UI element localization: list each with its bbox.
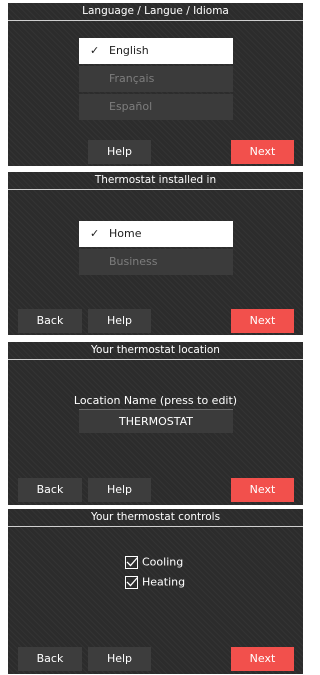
back-button[interactable]: Back bbox=[18, 309, 82, 333]
screen-title: Your thermostat location bbox=[8, 342, 303, 360]
help-button[interactable]: Help bbox=[88, 478, 151, 502]
cooling-checkbox[interactable]: Cooling bbox=[125, 553, 183, 570]
option-english[interactable]: ✓ English bbox=[79, 38, 233, 64]
location-name-field[interactable]: THERMOSTAT bbox=[79, 409, 233, 433]
option-espanol[interactable]: Español bbox=[79, 94, 233, 120]
checkbox-label: Heating bbox=[142, 575, 186, 589]
location-screen: Your thermostat location Location Name (… bbox=[8, 342, 303, 505]
installed-screen: Thermostat installed in ✓ Home Business … bbox=[8, 172, 303, 335]
option-label: Français bbox=[109, 72, 155, 85]
checkbox-label: Cooling bbox=[142, 555, 184, 569]
option-label: Español bbox=[109, 100, 153, 113]
next-button[interactable]: Next bbox=[231, 478, 294, 502]
next-button[interactable]: Next bbox=[231, 140, 294, 164]
checkmark-icon: ✓ bbox=[90, 227, 100, 240]
checkbox-checked-icon bbox=[125, 575, 138, 589]
heating-checkbox[interactable]: Heating bbox=[125, 573, 185, 590]
option-business[interactable]: Business bbox=[79, 249, 233, 275]
help-button[interactable]: Help bbox=[88, 309, 151, 333]
next-button[interactable]: Next bbox=[231, 647, 294, 671]
location-name-label: Location Name (press to edit) bbox=[73, 394, 238, 407]
controls-screen: Your thermostat controls Cooling Heating… bbox=[8, 509, 303, 674]
option-label: Home bbox=[109, 227, 142, 240]
checkbox-checked-icon bbox=[125, 555, 138, 569]
option-francais[interactable]: Français bbox=[79, 66, 233, 92]
checkmark-icon: ✓ bbox=[90, 44, 100, 57]
screen-title: Language / Langue / Idioma bbox=[8, 3, 303, 21]
screen-title: Thermostat installed in bbox=[8, 172, 303, 190]
next-button[interactable]: Next bbox=[231, 309, 294, 333]
back-button[interactable]: Back bbox=[18, 647, 82, 671]
option-home[interactable]: ✓ Home bbox=[79, 221, 233, 247]
language-screen: Language / Langue / Idioma ✓ English Fra… bbox=[8, 3, 303, 166]
option-label: English bbox=[109, 44, 149, 57]
screen-title: Your thermostat controls bbox=[8, 509, 303, 527]
option-label: Business bbox=[109, 255, 158, 268]
help-button[interactable]: Help bbox=[88, 140, 151, 164]
back-button[interactable]: Back bbox=[18, 478, 82, 502]
help-button[interactable]: Help bbox=[88, 647, 151, 671]
